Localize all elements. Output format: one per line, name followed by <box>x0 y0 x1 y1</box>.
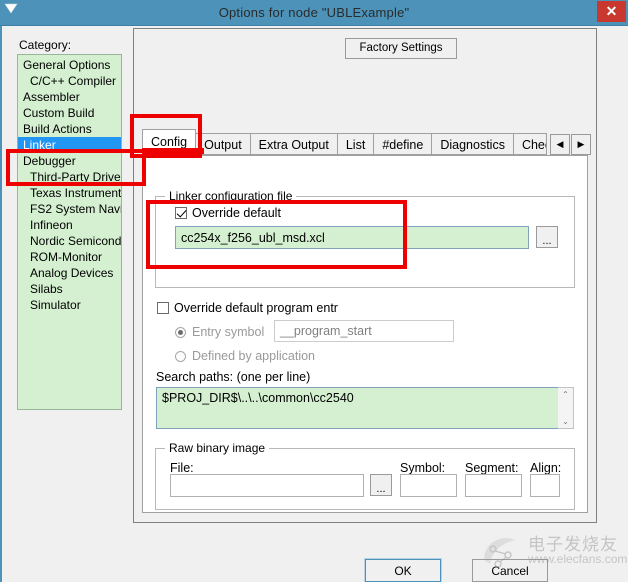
sidebar-item-infineon[interactable]: Infineon <box>18 217 121 233</box>
raw-binary-file-input[interactable] <box>170 474 364 497</box>
cancel-button[interactable]: Cancel <box>472 559 548 582</box>
sidebar-item-silabs[interactable]: Silabs <box>18 281 121 297</box>
tab-define[interactable]: #define <box>373 133 433 155</box>
sidebar-item-debugger[interactable]: Debugger <box>18 153 121 169</box>
entry-symbol-radio-row[interactable]: Entry symbol <box>175 325 264 339</box>
tab-scroll-controls: ◀ ▶ <box>549 134 591 155</box>
override-program-entry-checkbox[interactable] <box>157 302 169 314</box>
sidebar-item-general-options[interactable]: General Options <box>18 57 121 73</box>
sidebar-item-linker[interactable]: Linker <box>18 137 121 153</box>
tab-scroll-left-icon[interactable]: ◀ <box>549 134 570 155</box>
sidebar-item-c-c-compiler[interactable]: C/C++ Compiler <box>18 73 121 89</box>
raw-binary-group-title: Raw binary image <box>165 441 270 455</box>
sidebar-item-fs2-system-navigator[interactable]: FS2 System Navigator <box>18 201 121 217</box>
ok-button[interactable]: OK <box>364 558 442 582</box>
entry-symbol-label: Entry symbol <box>192 325 265 339</box>
tab-checksum[interactable]: Checksum <box>512 133 547 155</box>
sidebar-item-build-actions[interactable]: Build Actions <box>18 121 121 137</box>
factory-settings-button[interactable]: Factory Settings <box>345 38 457 59</box>
entry-symbol-input[interactable]: __program_start <box>274 320 454 342</box>
title-bar: Options for node "UBLExample" ✕ <box>0 0 628 26</box>
search-paths-textarea[interactable]: $PROJ_DIR$\..\..\common\cc2540 <box>156 387 559 429</box>
linker-config-file-input[interactable]: cc254x_f256_ubl_msd.xcl <box>175 226 529 249</box>
category-label: Category: <box>19 38 72 52</box>
category-list[interactable]: General Options C/C++ Compiler Assembler Cu… <box>17 54 122 410</box>
tab-extra-output[interactable]: Extra Output <box>249 133 338 155</box>
override-program-entry-checkbox-row[interactable]: Override default program entr <box>157 301 338 315</box>
linker-config-browse-button[interactable]: ... <box>536 226 558 248</box>
defined-by-application-radio-row[interactable]: Defined by application <box>175 349 315 363</box>
tab-list[interactable]: List <box>336 133 375 155</box>
entry-symbol-radio[interactable] <box>175 326 186 338</box>
sidebar-item-nordic-semiconductor[interactable]: Nordic Semiconductor <box>18 233 121 249</box>
raw-binary-align-label: Align: <box>530 461 562 475</box>
override-default-checkbox-row[interactable]: Override default <box>175 206 281 220</box>
scroll-up-icon[interactable]: ⌃ <box>562 390 569 399</box>
scroll-down-icon[interactable]: ⌄ <box>562 417 569 426</box>
defined-by-application-label: Defined by application <box>192 349 315 363</box>
sidebar-item-simulator[interactable]: Simulator <box>18 297 121 313</box>
tab-bar: Config Output Extra Output List #define Diagn… <box>142 129 591 155</box>
raw-binary-file-label: File: <box>170 461 194 475</box>
sidebar-item-assembler[interactable]: Assembler <box>18 89 121 105</box>
defined-by-application-radio[interactable] <box>175 350 186 362</box>
tab-output[interactable]: Output <box>195 133 251 155</box>
sidebar-item-texas-instruments[interactable]: Texas Instruments <box>18 185 121 201</box>
sidebar-item-custom-build[interactable]: Custom Build <box>18 105 121 121</box>
raw-binary-align-input[interactable] <box>530 474 560 497</box>
override-program-entry-label: Override default program entr <box>174 301 338 315</box>
tab-config[interactable]: Config <box>142 129 197 155</box>
window-title: Options for node "UBLExample" <box>218 5 410 20</box>
tab-scroll-right-icon[interactable]: ▶ <box>570 134 591 155</box>
raw-binary-symbol-label: Symbol: <box>400 461 446 475</box>
search-paths-scrollbar[interactable]: ⌃ ⌄ <box>558 387 574 429</box>
sidebar-item-analog-devices[interactable]: Analog Devices <box>18 265 121 281</box>
override-default-checkbox[interactable] <box>175 207 187 219</box>
options-dialog-window: Options for node "UBLExample" ✕ Category… <box>0 0 628 582</box>
search-paths-label: Search paths: (one per line) <box>156 370 311 384</box>
sidebar-item-rom-monitor[interactable]: ROM-Monitor <box>18 249 121 265</box>
linker-config-group-title: Linker configuration file <box>165 189 297 203</box>
raw-binary-symbol-input[interactable] <box>400 474 457 497</box>
tab-diagnostics[interactable]: Diagnostics <box>431 133 514 155</box>
sidebar-item-third-party-driver[interactable]: Third-Party Driver <box>18 169 121 185</box>
override-default-label: Override default <box>192 206 281 220</box>
raw-binary-browse-button[interactable]: ... <box>370 474 392 496</box>
close-icon[interactable]: ✕ <box>597 1 626 22</box>
raw-binary-segment-label: Segment: <box>465 461 519 475</box>
raw-binary-segment-input[interactable] <box>465 474 522 497</box>
